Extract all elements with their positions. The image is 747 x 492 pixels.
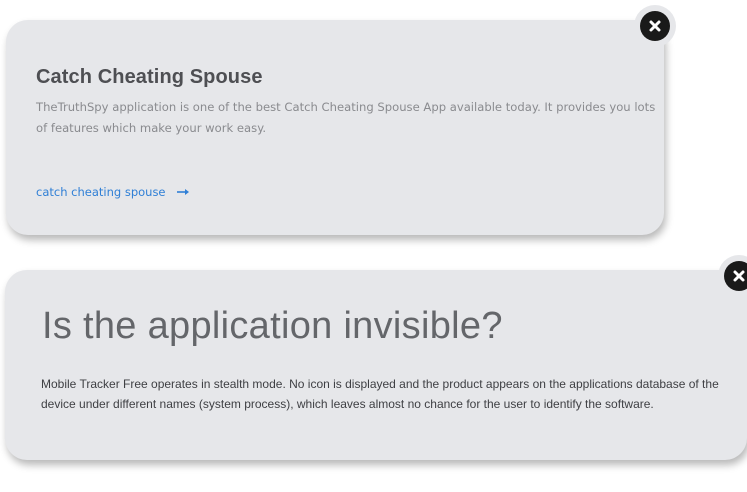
card-description: TheTruthSpy application is one of the be…	[36, 100, 656, 135]
link-label: catch cheating spouse	[36, 185, 166, 199]
page: Catch Cheating Spouse TheTruthSpy applic…	[0, 0, 747, 492]
card-title: Is the application invisible?	[42, 305, 503, 347]
close-icon	[640, 11, 670, 41]
close-button[interactable]	[634, 5, 676, 47]
info-card-application-invisible: Is the application invisible? Mobile Tra…	[5, 270, 747, 460]
arrow-right-icon	[176, 189, 189, 195]
close-icon	[724, 261, 747, 291]
card-title: Catch Cheating Spouse	[36, 66, 263, 88]
catch-cheating-spouse-link[interactable]: catch cheating spouse	[36, 185, 190, 199]
info-card-catch-cheating-spouse: Catch Cheating Spouse TheTruthSpy applic…	[6, 20, 664, 235]
card-description: Mobile Tracker Free operates in stealth …	[41, 377, 719, 411]
